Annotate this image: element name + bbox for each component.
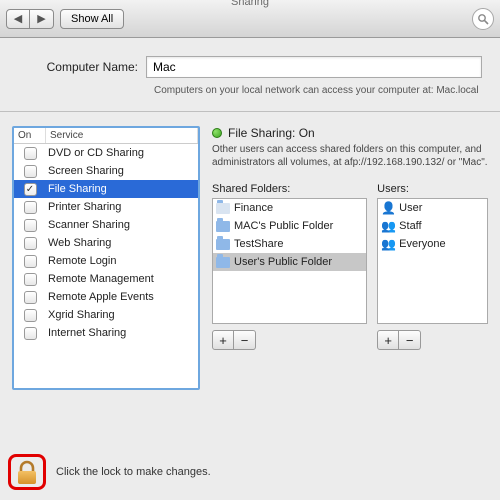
services-list: On Service DVD or CD Sharing Screen Shari…: [12, 126, 200, 390]
computer-name-section: Computer Name: Computers on your local n…: [0, 38, 500, 112]
shared-folders-column: Shared Folders: Finance MAC's Public Fold…: [212, 183, 367, 350]
folder-label: Finance: [234, 202, 273, 214]
folder-icon: [216, 221, 230, 232]
folder-icon: [216, 239, 230, 250]
user-icon: 👥: [381, 219, 395, 233]
service-checkbox[interactable]: [14, 255, 46, 268]
nav-group: ◀ ▶: [6, 9, 54, 29]
folder-label: MAC's Public Folder: [234, 220, 333, 232]
service-checkbox[interactable]: ✓: [14, 183, 46, 196]
user-label: Everyone: [399, 238, 445, 250]
forward-button[interactable]: ▶: [30, 9, 54, 29]
users-remove-button[interactable]: −: [399, 330, 421, 350]
shared-folder-item[interactable]: Finance: [213, 199, 366, 217]
service-row[interactable]: Internet Sharing: [14, 324, 198, 342]
search-wrap: [472, 8, 494, 30]
service-label: Printer Sharing: [46, 201, 198, 213]
service-label: Screen Sharing: [46, 165, 198, 177]
toolbar: Sharing ◀ ▶ Show All: [0, 0, 500, 38]
user-icon: 👥: [381, 237, 395, 251]
service-row[interactable]: Printer Sharing: [14, 198, 198, 216]
col-on[interactable]: On: [14, 128, 46, 143]
user-label: User: [399, 202, 422, 214]
service-label: DVD or CD Sharing: [46, 147, 198, 159]
service-label: Web Sharing: [46, 237, 198, 249]
service-checkbox[interactable]: [14, 147, 46, 160]
user-label: Staff: [399, 220, 421, 232]
service-label: Remote Apple Events: [46, 291, 198, 303]
service-checkbox[interactable]: [14, 165, 46, 178]
service-label: File Sharing: [46, 183, 198, 195]
shared-folder-item[interactable]: TestShare: [213, 235, 366, 253]
service-checkbox[interactable]: [14, 327, 46, 340]
lock-area: Click the lock to make changes.: [8, 454, 211, 490]
user-icon: 👤: [381, 201, 395, 215]
services-header: On Service: [14, 128, 198, 144]
detail-pane: File Sharing: On Other users can access …: [212, 126, 488, 390]
service-row[interactable]: Web Sharing: [14, 234, 198, 252]
shared-remove-button[interactable]: −: [234, 330, 256, 350]
window-title: Sharing: [0, 0, 500, 8]
service-checkbox[interactable]: [14, 273, 46, 286]
user-item[interactable]: 👥 Staff: [378, 217, 487, 235]
service-checkbox[interactable]: [14, 237, 46, 250]
lock-text: Click the lock to make changes.: [56, 466, 211, 478]
folder-icon: [216, 203, 230, 214]
computer-name-hint: Computers on your local network can acce…: [154, 84, 482, 97]
service-checkbox[interactable]: [14, 201, 46, 214]
folder-label: User's Public Folder: [234, 256, 332, 268]
lock-highlight: [8, 454, 46, 490]
status-description: Other users can access shared folders on…: [212, 144, 488, 169]
show-all-button[interactable]: Show All: [60, 9, 124, 29]
lock-icon[interactable]: [16, 460, 38, 486]
service-checkbox[interactable]: [14, 219, 46, 232]
computer-name-input[interactable]: [146, 56, 482, 78]
users-column: Users: 👤 User 👥 Staff 👥 Everyone + −: [377, 183, 488, 350]
shared-folder-item[interactable]: MAC's Public Folder: [213, 217, 366, 235]
service-row[interactable]: DVD or CD Sharing: [14, 144, 198, 162]
folder-icon: [216, 257, 230, 268]
service-checkbox[interactable]: [14, 291, 46, 304]
service-row[interactable]: Remote Management: [14, 270, 198, 288]
main-content: On Service DVD or CD Sharing Screen Shari…: [0, 112, 500, 398]
users-list[interactable]: 👤 User 👥 Staff 👥 Everyone: [377, 198, 488, 324]
col-service[interactable]: Service: [46, 128, 198, 143]
service-label: Scanner Sharing: [46, 219, 198, 231]
user-item[interactable]: 👥 Everyone: [378, 235, 487, 253]
status-title: File Sharing: On: [228, 126, 315, 140]
shared-folders-list[interactable]: Finance MAC's Public Folder TestShare User'…: [212, 198, 367, 324]
search-icon[interactable]: [472, 8, 494, 30]
shared-folders-label: Shared Folders:: [212, 183, 367, 195]
computer-name-label: Computer Name:: [18, 60, 146, 74]
user-item[interactable]: 👤 User: [378, 199, 487, 217]
users-label: Users:: [377, 183, 488, 195]
shared-folder-item[interactable]: User's Public Folder: [213, 253, 366, 271]
folder-label: TestShare: [234, 238, 284, 250]
service-checkbox[interactable]: [14, 309, 46, 322]
service-row[interactable]: Xgrid Sharing: [14, 306, 198, 324]
users-add-button[interactable]: +: [377, 330, 399, 350]
service-label: Remote Login: [46, 255, 198, 267]
status-line: File Sharing: On: [212, 126, 488, 140]
service-row[interactable]: ✓File Sharing: [14, 180, 198, 198]
service-row[interactable]: Screen Sharing: [14, 162, 198, 180]
service-row[interactable]: Scanner Sharing: [14, 216, 198, 234]
service-label: Internet Sharing: [46, 327, 198, 339]
shared-add-button[interactable]: +: [212, 330, 234, 350]
status-indicator-icon: [212, 128, 222, 138]
service-row[interactable]: Remote Apple Events: [14, 288, 198, 306]
service-label: Remote Management: [46, 273, 198, 285]
back-button[interactable]: ◀: [6, 9, 30, 29]
service-row[interactable]: Remote Login: [14, 252, 198, 270]
service-label: Xgrid Sharing: [46, 309, 198, 321]
